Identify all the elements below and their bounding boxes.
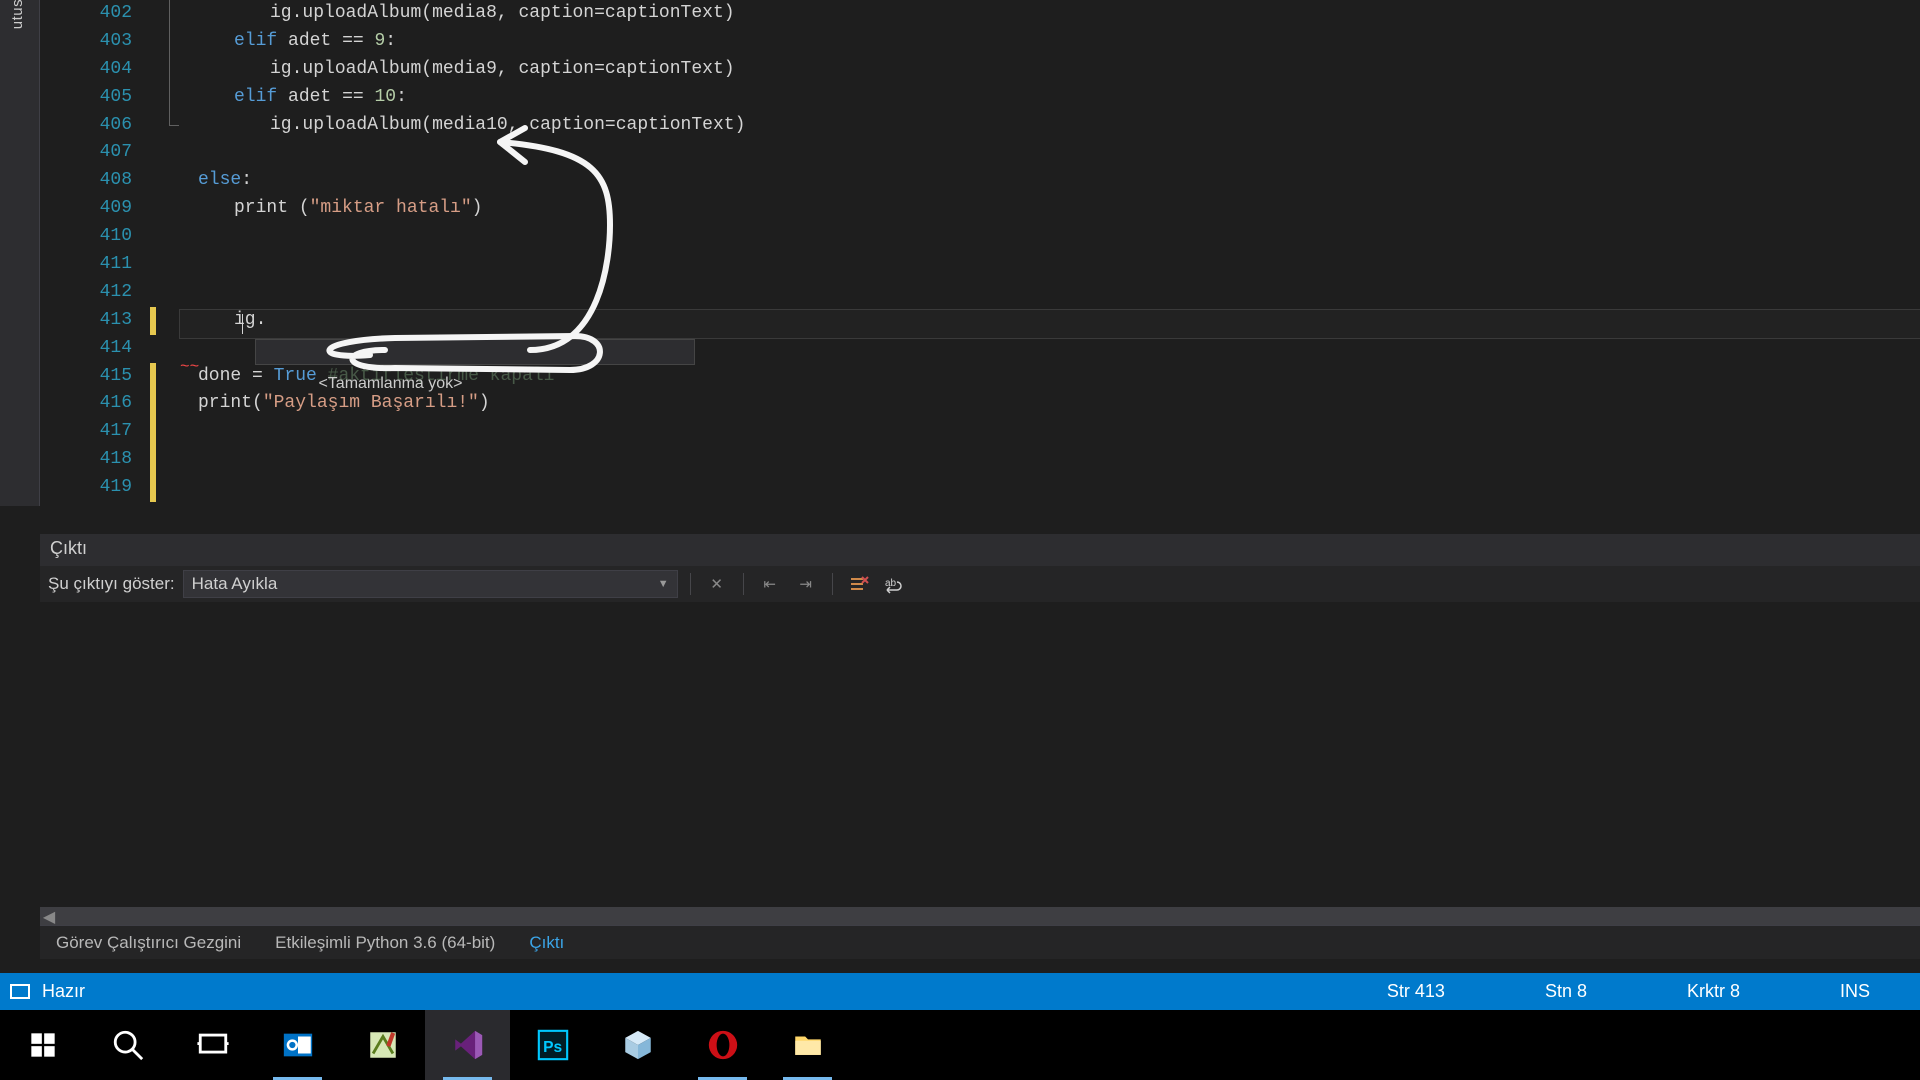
svg-text:Ps: Ps: [543, 1039, 562, 1056]
code-line[interactable]: print ("miktar hatalı"): [180, 195, 1920, 223]
status-ins: INS: [1840, 981, 1870, 1002]
line-number: 417: [40, 418, 132, 446]
vertical-side-tab-label: utusu: [9, 0, 26, 29]
chevron-left-icon: ◀: [40, 907, 58, 925]
taskbar-start[interactable]: [0, 1010, 85, 1080]
taskbar-outlook[interactable]: [255, 1010, 340, 1080]
output-source-combo[interactable]: Hata Ayıkla ▼: [183, 570, 678, 598]
clear-all-button[interactable]: [845, 571, 873, 597]
autocomplete-text: <Tamamlanma yok>: [318, 375, 462, 392]
code-line[interactable]: ig.uploadAlbum(media10, caption=captionT…: [180, 112, 1920, 140]
clear-output-button[interactable]: ✕: [703, 571, 731, 597]
taskbar-cube-app[interactable]: [595, 1010, 680, 1080]
line-number: 412: [40, 279, 132, 307]
text-caret: [242, 314, 243, 334]
line-number: 404: [40, 56, 132, 84]
taskbar-visualstudio[interactable]: [425, 1010, 510, 1080]
code-line[interactable]: [180, 223, 1920, 251]
line-number: 416: [40, 390, 132, 418]
taskbar-search[interactable]: [85, 1010, 170, 1080]
vertical-side-tab[interactable]: utusu: [0, 0, 40, 506]
output-source-label: Şu çıktıyı göster:: [48, 574, 175, 594]
line-number: 402: [40, 0, 132, 28]
indent-left-button[interactable]: ⇤: [756, 571, 784, 597]
line-number: 413: [40, 307, 132, 335]
code-line[interactable]: [180, 251, 1920, 279]
taskbar-opera[interactable]: [680, 1010, 765, 1080]
status-line: Str 413: [1387, 981, 1445, 1002]
code-line[interactable]: [180, 279, 1920, 307]
taskbar-explorer[interactable]: [765, 1010, 850, 1080]
code-line[interactable]: elif adet == 9:: [180, 28, 1920, 56]
line-number: 407: [40, 139, 132, 167]
modified-mark: [150, 363, 156, 503]
line-number: 418: [40, 446, 132, 474]
code-line[interactable]: ig.uploadAlbum(media8, caption=captionTe…: [180, 0, 1920, 28]
error-squiggle: ~~: [180, 354, 199, 382]
code-line[interactable]: [180, 474, 1920, 502]
code-line[interactable]: ig.uploadAlbum(media9, caption=captionTe…: [180, 56, 1920, 84]
indent-right-button[interactable]: ⇥: [792, 571, 820, 597]
line-number: 409: [40, 195, 132, 223]
output-body[interactable]: [40, 602, 1920, 907]
output-horizontal-scrollbar[interactable]: ◀: [40, 907, 1920, 925]
line-number: 405: [40, 84, 132, 112]
taskbar-taskview[interactable]: [170, 1010, 255, 1080]
taskbar-notepadpp[interactable]: [340, 1010, 425, 1080]
bottom-tab-2[interactable]: Çıktı: [527, 929, 566, 957]
code-line[interactable]: [180, 139, 1920, 167]
code-line[interactable]: [180, 418, 1920, 446]
output-toolbar: Şu çıktıyı göster: Hata Ayıkla ▼ ✕ ⇤ ⇥ a…: [40, 566, 1920, 602]
status-ready: Hazır: [42, 981, 85, 1002]
code-line[interactable]: ig.: [180, 307, 1920, 335]
taskbar-photoshop[interactable]: Ps: [510, 1010, 595, 1080]
windows-taskbar: Ps: [0, 1010, 1920, 1080]
bottom-tab-0[interactable]: Görev Çalıştırıcı Gezgini: [54, 929, 243, 957]
status-char: Krktr 8: [1687, 981, 1740, 1002]
bottom-tab-1[interactable]: Etkileşimli Python 3.6 (64-bit): [273, 929, 497, 957]
bottom-tool-tabs: Görev Çalıştırıcı Gezgini Etkileşimli Pyt…: [40, 925, 1920, 959]
line-number: 411: [40, 251, 132, 279]
chevron-down-icon: ▼: [658, 578, 669, 590]
output-panel-title: Çıktı: [40, 534, 1920, 566]
svg-text:ab: ab: [885, 578, 897, 589]
code-line[interactable]: elif adet == 10:: [180, 84, 1920, 112]
word-wrap-button[interactable]: ab: [881, 571, 909, 597]
code-editor[interactable]: 4024034044054064074084094104114124134144…: [40, 0, 1920, 506]
code-line[interactable]: else:: [180, 167, 1920, 195]
code-line[interactable]: [180, 446, 1920, 474]
line-number: 419: [40, 474, 132, 502]
line-number: 408: [40, 167, 132, 195]
line-number: 410: [40, 223, 132, 251]
status-indicator-icon: [10, 984, 30, 999]
line-number: 415: [40, 363, 132, 391]
status-col: Stn 8: [1545, 981, 1587, 1002]
output-source-value: Hata Ayıkla: [192, 574, 278, 594]
status-bar: Hazır Str 413 Stn 8 Krktr 8 INS: [0, 973, 1920, 1010]
line-number: 403: [40, 28, 132, 56]
line-number: 414: [40, 335, 132, 363]
line-number: 406: [40, 112, 132, 140]
autocomplete-popup[interactable]: <Tamamlanma yok>: [255, 339, 695, 365]
output-panel: Çıktı Şu çıktıyı göster: Hata Ayıkla ▼ ✕…: [40, 534, 1920, 959]
modified-mark: [150, 307, 156, 335]
